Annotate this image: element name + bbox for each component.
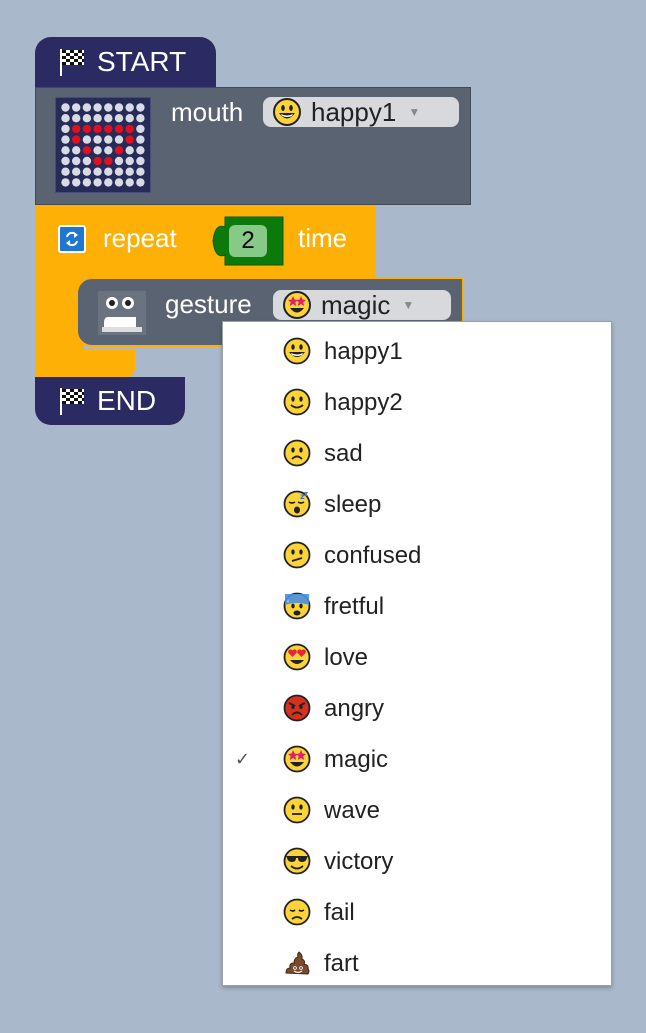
heart-eyes-face-icon [283, 643, 311, 671]
repeat-count-field[interactable]: 2 [229, 225, 267, 257]
times-label: time [298, 223, 348, 253]
menu-item-label: happy1 [324, 337, 403, 365]
star-struck-face-icon [283, 291, 311, 319]
checkered-flag-icon [57, 47, 87, 77]
menu-item-sleep[interactable]: z z sleep [223, 479, 611, 530]
end-block[interactable]: END [35, 377, 185, 425]
menu-item-label: fretful [324, 592, 385, 620]
menu-item-wave[interactable]: wave [223, 785, 611, 836]
repeat-block-bottom [35, 350, 135, 377]
led-matrix-icon [55, 97, 151, 193]
menu-item-label: angry [324, 694, 385, 722]
mouth-label: mouth [171, 97, 244, 127]
dropdown-arrow-icon: ▼ [402, 298, 415, 312]
menu-item-victory[interactable]: victory [223, 836, 611, 887]
star-struck-face-icon [283, 745, 311, 773]
menu-item-magic[interactable]: ✓ magic [223, 734, 611, 785]
sunglasses-face-icon [283, 847, 311, 875]
menu-item-label: sad [324, 439, 363, 467]
gesture-dropdown-menu: happy1 happy2 sad z z sleep confused fretful lov… [222, 321, 612, 986]
menu-item-love[interactable]: love [223, 632, 611, 683]
slightly-smiling-face-icon [283, 388, 311, 416]
menu-item-label: victory [324, 847, 394, 875]
robot-icon [98, 291, 146, 335]
repeat-label: repeat [103, 223, 177, 253]
menu-item-label: happy2 [324, 388, 403, 416]
sleeping-face-icon: zz [283, 490, 311, 518]
menu-item-label: magic [324, 745, 389, 773]
menu-item-happy1[interactable]: happy1 [223, 326, 611, 377]
frowning-face-icon [283, 439, 311, 467]
angry-face-icon [283, 694, 311, 722]
menu-item-happy2[interactable]: happy2 [223, 377, 611, 428]
dropdown-arrow-icon: ▼ [408, 105, 421, 119]
repeat-block[interactable]: repeat 2 time [35, 205, 376, 277]
start-label: START [97, 46, 187, 77]
checkmark-icon: ✓ [235, 749, 251, 769]
mouth-dropdown-value: happy1 [311, 96, 397, 127]
disappointed-face-icon [283, 898, 311, 926]
grinning-face-icon [273, 98, 301, 126]
confused-face-icon [283, 541, 311, 569]
gesture-dropdown[interactable]: magic ▼ [273, 290, 451, 320]
menu-item-label: fart [324, 949, 359, 977]
menu-item-angry[interactable]: angry [223, 683, 611, 734]
menu-item-fail[interactable]: fail [223, 887, 611, 938]
menu-item-confused[interactable]: confused [223, 530, 611, 581]
menu-item-sad[interactable]: sad [223, 428, 611, 479]
menu-item-fart[interactable]: fart [223, 938, 611, 989]
neutral-face-icon [283, 796, 311, 824]
poop-icon [283, 949, 311, 977]
start-block[interactable]: START [35, 37, 216, 87]
end-label: END [97, 385, 157, 416]
menu-item-label: love [324, 643, 369, 671]
menu-item-label: sleep [324, 490, 382, 518]
mouth-dropdown[interactable]: happy1 ▼ [263, 97, 459, 127]
gesture-label: gesture [165, 289, 252, 319]
svg-text:z: z [304, 490, 308, 498]
menu-item-label: fail [324, 898, 355, 926]
menu-item-label: wave [324, 796, 381, 824]
checkered-flag-icon [57, 386, 87, 416]
anxious-sweat-face-icon [283, 592, 311, 620]
menu-item-label: confused [324, 541, 422, 569]
loop-icon [58, 225, 86, 253]
menu-item-fretful[interactable]: fretful [223, 581, 611, 632]
gesture-dropdown-value: magic [321, 289, 391, 320]
mouth-block[interactable]: mouth happy1 ▼ [35, 87, 471, 205]
grinning-face-icon [283, 337, 311, 365]
